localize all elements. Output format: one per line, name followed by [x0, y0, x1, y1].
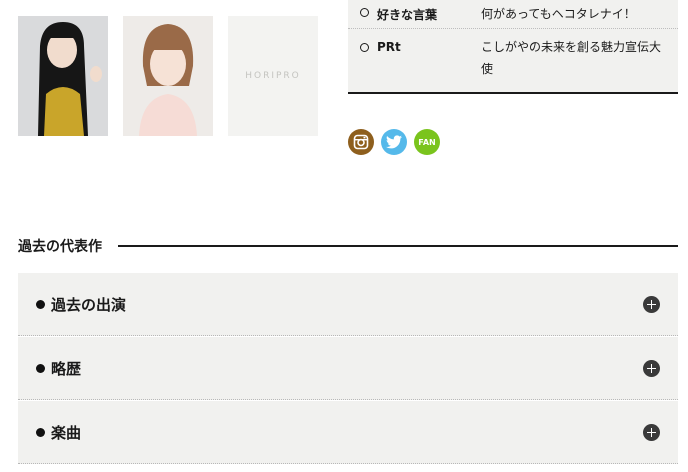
section-title: 過去の代表作	[18, 239, 102, 255]
accordion-title: 過去の出演	[51, 295, 127, 314]
profile-row: PRt こしがやの未来を創る魅力宣伝大使	[348, 29, 678, 92]
profile-row: 好きな言葉 何があってもヘコタレナイ！	[348, 0, 678, 29]
profile-value: 何があってもヘコタレナイ！	[481, 7, 636, 21]
portrait-image	[18, 16, 108, 136]
fan-club-icon[interactable]: FAN	[414, 129, 440, 155]
accordion-item-appearances[interactable]: 過去の出演	[18, 273, 678, 336]
section-divider	[118, 245, 678, 247]
profile-key: 好きな言葉	[377, 7, 438, 22]
accordion-title: 略歴	[51, 359, 82, 378]
plus-circle-icon[interactable]	[643, 295, 660, 313]
photo-thumbnail-1[interactable]	[18, 16, 108, 136]
portrait-image	[123, 16, 213, 136]
fan-label: FAN	[418, 137, 436, 147]
bullet-icon	[36, 427, 45, 437]
bullet-icon	[36, 299, 45, 309]
photo-thumbnail-2[interactable]	[123, 16, 213, 136]
circle-bullet-icon	[360, 43, 369, 52]
social-links: FAN	[348, 129, 440, 155]
horipro-logo: HORIPRO	[245, 71, 301, 81]
photo-thumbnail-3[interactable]: HORIPRO	[228, 16, 318, 136]
section-heading: 過去の代表作	[18, 236, 678, 256]
plus-circle-icon[interactable]	[643, 359, 660, 377]
bullet-icon	[36, 363, 45, 373]
profile-value: こしがやの未来を創る魅力宣伝大使	[481, 40, 662, 76]
instagram-icon[interactable]	[348, 129, 374, 155]
accordion-item-history[interactable]: 略歴	[18, 337, 678, 400]
circle-bullet-icon	[360, 7, 369, 17]
profile-table: 好きな言葉 何があってもヘコタレナイ！ PRt こしがやの未来を創る魅力宣伝大使	[348, 0, 678, 94]
accordion-title: 楽曲	[51, 423, 82, 442]
plus-circle-icon[interactable]	[643, 423, 660, 441]
profile-key: PRt	[377, 40, 401, 54]
accordion-item-songs[interactable]: 楽曲	[18, 401, 678, 464]
twitter-icon[interactable]	[381, 129, 407, 155]
